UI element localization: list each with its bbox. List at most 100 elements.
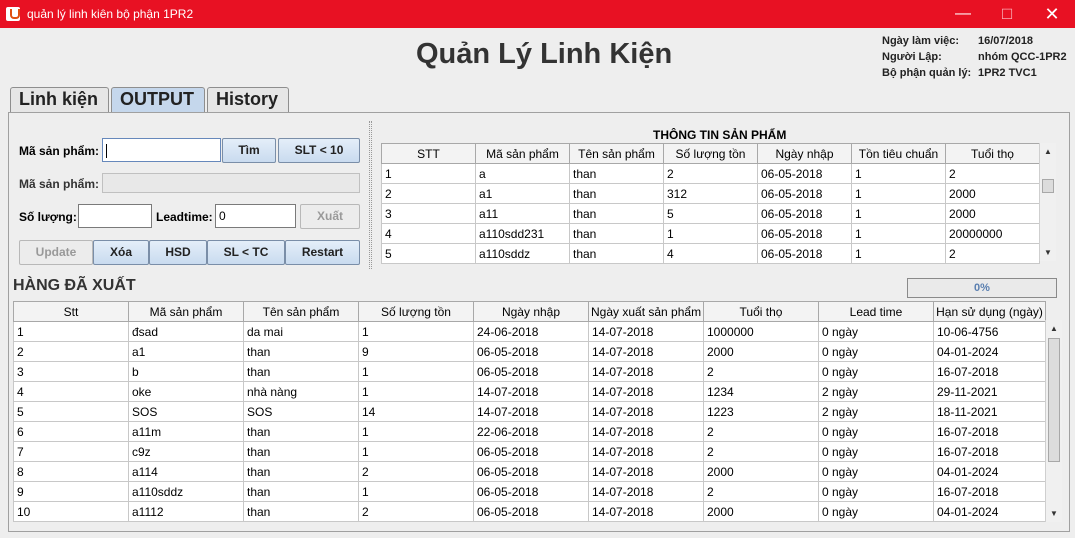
product-info-row[interactable]: 5 a110sddz than 4 06-05-2018 1 2 [381,243,1040,264]
product-info-cell[interactable]: 06-05-2018 [757,183,852,204]
product-info-column-header[interactable]: Mã sản phẩm [475,143,570,164]
product-info-cell[interactable]: 20000000 [945,223,1040,244]
product-info-row[interactable]: 2 a1 than 312 06-05-2018 1 2000 [381,183,1040,204]
product-info-cell[interactable]: 1 [851,163,946,184]
exported-goods-cell[interactable]: b [128,361,244,382]
exported-goods-cell[interactable]: 22-06-2018 [473,421,589,442]
product-info-cell[interactable]: 2 [663,163,758,184]
scroll-up-icon[interactable]: ▲ [1046,320,1062,337]
exported-goods-cell[interactable]: 14-07-2018 [588,361,704,382]
exported-goods-cell[interactable]: 06-05-2018 [473,501,589,522]
exported-goods-cell[interactable]: 1 [13,321,129,342]
exported-goods-cell[interactable]: 04-01-2024 [933,341,1046,362]
exported-goods-cell[interactable]: 14 [358,401,474,422]
exported-goods-cell[interactable]: 06-05-2018 [473,341,589,362]
product-info-column-header[interactable]: Tồn tiêu chuẩn [851,143,946,164]
exported-goods-cell[interactable]: 14-07-2018 [588,321,704,342]
product-info-cell[interactable]: 4 [381,223,476,244]
exported-goods-cell[interactable]: 1000000 [703,321,819,342]
exported-goods-cell[interactable]: 14-07-2018 [588,441,704,462]
delete-button[interactable]: Xóa [93,240,149,265]
exported-goods-cell[interactable]: 16-07-2018 [933,421,1046,442]
exported-goods-cell[interactable]: 2000 [703,461,819,482]
product-info-cell[interactable]: a [475,163,570,184]
product-code-search-input[interactable] [102,138,221,162]
scroll-down-icon[interactable]: ▼ [1040,244,1056,261]
exported-goods-cell[interactable]: 04-01-2024 [933,461,1046,482]
exported-goods-cell[interactable]: 8 [13,461,129,482]
exported-goods-cell[interactable]: 14-07-2018 [473,401,589,422]
close-button[interactable]: ✕ [1029,0,1075,28]
exported-goods-column-header[interactable]: Mã sản phẩm [128,301,244,322]
exported-goods-cell[interactable]: 18-11-2021 [933,401,1046,422]
exported-goods-cell[interactable]: 2 [358,501,474,522]
product-info-cell[interactable]: 5 [381,243,476,264]
product-info-column-header[interactable]: Tên sản phẩm [569,143,664,164]
exported-goods-cell[interactable]: 9 [13,481,129,502]
exported-goods-cell[interactable]: 0 ngày [818,341,934,362]
exported-goods-cell[interactable]: 6 [13,421,129,442]
product-info-column-header[interactable]: Ngày nhập [757,143,852,164]
exported-goods-cell[interactable]: 06-05-2018 [473,461,589,482]
exported-goods-cell[interactable]: 14-07-2018 [588,341,704,362]
exported-goods-row[interactable]: 2 a1 than 9 06-05-2018 14-07-2018 2000 0 ngày 04… [13,341,1046,362]
exported-goods-cell[interactable]: 2 [13,341,129,362]
product-info-cell[interactable]: 2 [945,163,1040,184]
product-info-cell[interactable]: than [569,163,664,184]
exported-goods-cell[interactable]: 10-06-4756 [933,321,1046,342]
exported-goods-scrollbar[interactable]: ▲ ▼ [1045,320,1062,522]
exported-goods-cell[interactable]: 2 [703,481,819,502]
exported-goods-cell[interactable]: 2000 [703,341,819,362]
exported-goods-cell[interactable]: SOS [128,401,244,422]
exported-goods-row[interactable]: 7 c9z than 1 06-05-2018 14-07-2018 2 0 ngày 16-0… [13,441,1046,462]
exported-goods-cell[interactable]: than [243,501,359,522]
exported-goods-cell[interactable]: 2 [703,421,819,442]
quantity-input[interactable] [78,204,152,228]
product-info-cell[interactable]: 3 [381,203,476,224]
product-info-cell[interactable]: than [569,203,664,224]
search-button[interactable]: Tìm [222,138,276,163]
exported-goods-cell[interactable]: 24-06-2018 [473,321,589,342]
exported-goods-cell[interactable]: a114 [128,461,244,482]
exported-goods-cell[interactable]: 14-07-2018 [588,501,704,522]
exported-goods-cell[interactable]: da mai [243,321,359,342]
product-info-cell[interactable]: 1 [851,183,946,204]
restart-button[interactable]: Restart [285,240,360,265]
below-standard-button[interactable]: SL < TC [207,240,285,265]
exported-goods-cell[interactable]: oke [128,381,244,402]
product-info-cell[interactable]: 2 [945,243,1040,264]
product-info-cell[interactable]: 06-05-2018 [757,223,852,244]
exported-goods-cell[interactable]: 10 [13,501,129,522]
exported-goods-cell[interactable]: 0 ngày [818,501,934,522]
exported-goods-cell[interactable]: 06-05-2018 [473,481,589,502]
scroll-thumb[interactable] [1048,338,1060,462]
exported-goods-cell[interactable]: 29-11-2021 [933,381,1046,402]
exported-goods-cell[interactable]: 14-07-2018 [588,481,704,502]
exported-goods-cell[interactable]: 14-07-2018 [473,381,589,402]
exported-goods-cell[interactable]: than [243,441,359,462]
product-info-scrollbar[interactable]: ▲ ▼ [1039,143,1056,261]
exported-goods-row[interactable]: 6 a11m than 1 22-06-2018 14-07-2018 2 0 ngày 16-… [13,421,1046,442]
tab-history[interactable]: History [207,87,289,113]
exported-goods-cell[interactable]: a110sddz [128,481,244,502]
product-info-cell[interactable]: 06-05-2018 [757,203,852,224]
exported-goods-cell[interactable]: 06-05-2018 [473,441,589,462]
exported-goods-cell[interactable]: SOS [243,401,359,422]
exported-goods-row[interactable]: 3 b than 1 06-05-2018 14-07-2018 2 0 ngày 16-07-… [13,361,1046,382]
update-button[interactable]: Update [19,240,93,265]
exported-goods-cell[interactable]: a11m [128,421,244,442]
exported-goods-cell[interactable]: 2 [703,441,819,462]
product-info-cell[interactable]: than [569,243,664,264]
exported-goods-cell[interactable]: 1 [358,481,474,502]
expiry-button[interactable]: HSD [149,240,207,265]
product-info-column-header[interactable]: Tuổi thọ [945,143,1040,164]
product-info-cell[interactable]: than [569,223,664,244]
exported-goods-cell[interactable]: 04-01-2024 [933,501,1046,522]
product-info-cell[interactable]: 312 [663,183,758,204]
exported-goods-cell[interactable]: a1 [128,341,244,362]
product-info-column-header[interactable]: STT [381,143,476,164]
exported-goods-cell[interactable]: 3 [13,361,129,382]
product-info-row[interactable]: 4 a110sdd231 than 1 06-05-2018 1 20000000 [381,223,1040,244]
leadtime-input[interactable]: 0 [215,204,296,228]
export-button[interactable]: Xuất [300,204,360,229]
